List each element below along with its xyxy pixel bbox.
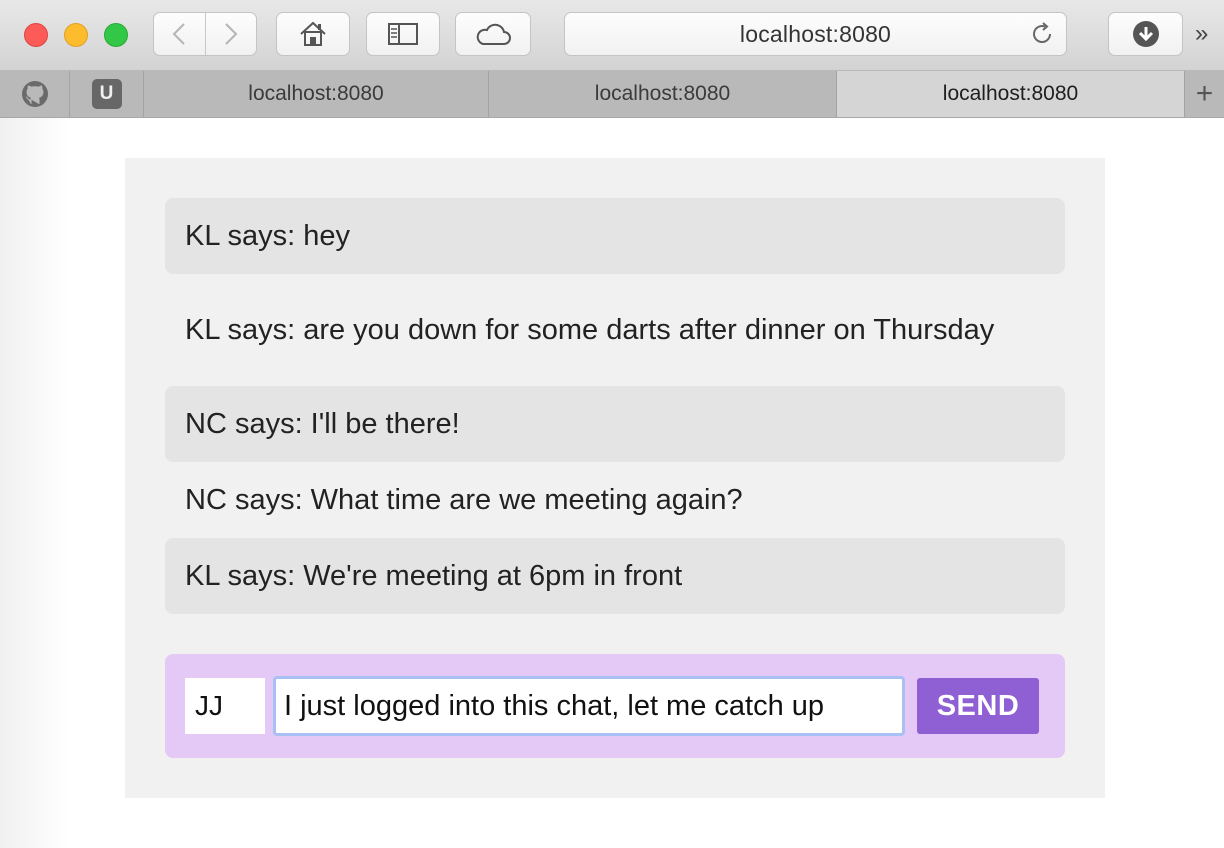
chat-message: KL says: are you down for some darts aft… <box>185 314 995 346</box>
tab-2[interactable]: localhost:8080 <box>489 71 837 117</box>
left-edge-shadow <box>0 118 70 848</box>
chat-message: KL says: hey <box>165 198 1065 274</box>
downloads-button[interactable] <box>1108 12 1183 56</box>
address-bar[interactable]: localhost:8080 <box>564 12 1067 56</box>
download-icon <box>1132 21 1159 47</box>
home-icon <box>300 21 326 46</box>
sidebar-button[interactable] <box>366 12 440 56</box>
message-composer: SEND <box>165 654 1065 758</box>
navigation-buttons <box>153 12 257 56</box>
reload-icon[interactable] <box>1030 22 1054 46</box>
message-input[interactable] <box>273 676 905 736</box>
toolbar-overflow-button[interactable]: » <box>1195 20 1208 48</box>
chat-message: NC says: What time are we meeting again? <box>185 484 743 516</box>
new-tab-button[interactable]: + <box>1185 71 1224 117</box>
username-input[interactable] <box>185 678 265 734</box>
tab-bar: U localhost:8080 localhost:8080 localhos… <box>0 71 1224 118</box>
chat-message: KL says: We're meeting at 6pm in front <box>165 538 1065 614</box>
back-button[interactable] <box>154 13 206 55</box>
browser-toolbar: localhost:8080 » <box>0 0 1224 71</box>
icloud-tabs-button[interactable] <box>455 12 531 56</box>
chat-message: NC says: I'll be there! <box>165 386 1065 462</box>
forward-button[interactable] <box>206 13 257 55</box>
tab-3-active[interactable]: localhost:8080 <box>837 71 1185 117</box>
sidebar-icon <box>388 23 418 45</box>
close-window-button[interactable] <box>24 23 48 47</box>
page-content: KL says: hey KL says: are you down for s… <box>0 118 1224 848</box>
zoom-window-button[interactable] <box>104 23 128 47</box>
chat-panel: KL says: hey KL says: are you down for s… <box>125 158 1105 798</box>
github-icon <box>21 81 48 107</box>
cloud-icon <box>476 23 511 45</box>
u-extension-icon: U <box>91 79 122 109</box>
pinned-tab-u[interactable]: U <box>70 71 144 117</box>
home-button[interactable] <box>276 12 350 56</box>
address-text: localhost:8080 <box>739 20 892 47</box>
chevron-right-icon <box>225 23 238 45</box>
chevron-left-icon <box>172 23 185 45</box>
pinned-tab-github[interactable] <box>0 71 70 117</box>
send-button[interactable]: SEND <box>917 678 1039 734</box>
minimize-window-button[interactable] <box>64 23 88 47</box>
tab-1[interactable]: localhost:8080 <box>144 71 489 117</box>
message-list: KL says: hey KL says: are you down for s… <box>165 198 1065 614</box>
